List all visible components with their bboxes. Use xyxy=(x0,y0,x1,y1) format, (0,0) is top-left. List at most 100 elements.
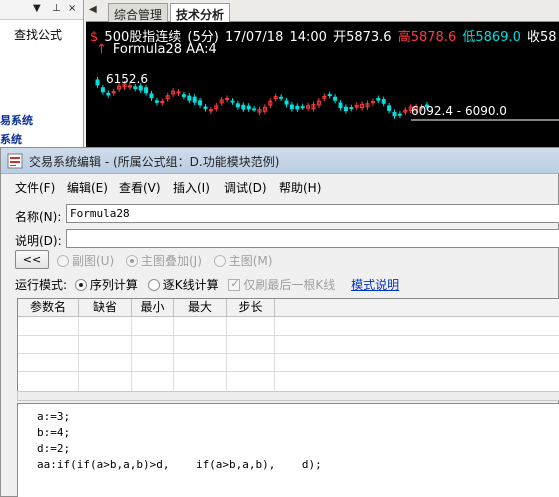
menu-debug[interactable]: 调试(D) xyxy=(224,179,267,196)
open-value: 开5873.6 xyxy=(333,30,392,45)
run-mode-row: 运行模式: 序列计算 逐K线计算 仅刷最后一根K线 模式说明 xyxy=(15,276,399,293)
param-header-name: 参数名 xyxy=(18,299,79,317)
param-header-filler xyxy=(275,299,559,317)
candle-body xyxy=(392,111,397,117)
title-bar: 交易系统编辑 - (所属公式组：D.功能模块范例) xyxy=(1,148,559,174)
close-icon[interactable]: × xyxy=(68,3,76,14)
low-value: 低5869.0 xyxy=(462,30,521,45)
panel-header: ▼ ⊥ × xyxy=(0,0,83,20)
candle-body xyxy=(100,87,105,93)
parameter-table[interactable]: 参数名 缺省 最小 最大 步长 xyxy=(17,298,559,393)
column-divider xyxy=(226,317,227,393)
last-bar-only-checkbox[interactable]: 仅刷最后一根K线 xyxy=(228,277,335,292)
param-header-default: 缺省 xyxy=(79,299,132,317)
price-range-label: 6092.4 - 6090.0 xyxy=(411,104,507,118)
tree-item-trading-system[interactable]: 易系统 xyxy=(0,112,33,128)
candle-body xyxy=(181,94,186,97)
candle-body xyxy=(192,96,197,103)
menu-file[interactable]: 文件(F) xyxy=(15,179,55,196)
formula-tree-panel: ▼ ⊥ × 查找公式 易系统 系统 xyxy=(0,0,84,150)
horizontal-scrollbar[interactable] xyxy=(17,391,559,401)
column-divider xyxy=(131,317,132,393)
tree-item-system[interactable]: 系统 xyxy=(0,131,22,147)
subchart-radio[interactable]: 副图(U) xyxy=(57,254,114,268)
candle-body xyxy=(225,97,230,100)
candle-body xyxy=(235,103,240,108)
tab-general-management[interactable]: 综合管理 xyxy=(108,3,169,22)
column-divider xyxy=(274,317,275,393)
name-input[interactable]: Formula28 xyxy=(66,204,559,223)
candle-body xyxy=(300,106,305,109)
up-arrow-icon: ↑ xyxy=(96,42,107,57)
candle-body xyxy=(144,87,149,94)
menu-help[interactable]: 帮助(H) xyxy=(279,179,321,196)
code-line: b:=4; xyxy=(37,426,71,439)
tab-scroll-left-icon[interactable]: ◀ xyxy=(89,4,97,15)
main-chart-radio[interactable]: 主图(M) xyxy=(213,254,272,268)
pin-icon[interactable]: ⊥ xyxy=(52,3,61,14)
candle-body xyxy=(106,92,111,96)
menu-bar: 文件(F) 编辑(E) 查看(V) 插入(I) 调试(D) 帮助(H) xyxy=(1,176,559,196)
tab-strip: ◀ 综合管理 技术分析 xyxy=(86,0,559,22)
dialog-title: 交易系统编辑 - (所属公式组：D.功能模块范例) xyxy=(29,155,280,169)
formula-code-editor[interactable]: a:=3; b:=4; d:=2; aa:if(if(a>b,a,b)>d, i… xyxy=(17,403,559,497)
menu-insert[interactable]: 插入(I) xyxy=(173,179,210,196)
candle-body xyxy=(252,108,257,111)
candle-body xyxy=(95,79,100,86)
per-bar-calc-radio[interactable]: 逐K线计算 xyxy=(147,278,219,292)
candle-body xyxy=(279,96,284,99)
find-formula-link[interactable]: 查找公式 xyxy=(14,26,62,43)
table-row[interactable] xyxy=(18,353,559,354)
formula-value: AA:4 xyxy=(186,42,217,57)
trading-system-editor-dialog: 交易系统编辑 - (所属公式组：D.功能模块范例) 文件(F) 编辑(E) 查看… xyxy=(0,147,559,497)
code-line: a:=3; xyxy=(37,410,71,423)
candle-body xyxy=(289,104,294,110)
formula-indicator-line: ↑ Formula28 AA:4 xyxy=(96,42,217,57)
candle-body xyxy=(241,104,246,110)
candle-body xyxy=(376,98,381,101)
description-label: 说明(D): xyxy=(15,234,62,248)
candle-body xyxy=(138,85,143,91)
quote-time: 14:00 xyxy=(289,30,327,45)
candle-body xyxy=(349,107,354,110)
table-row[interactable] xyxy=(18,371,559,372)
candle-body xyxy=(230,100,235,103)
tab-technical-analysis[interactable]: 技术分析 xyxy=(170,3,231,22)
param-header-step: 步长 xyxy=(227,299,275,317)
candle-body xyxy=(295,105,300,110)
candle-body xyxy=(397,113,402,116)
table-row[interactable] xyxy=(18,335,559,336)
run-mode-label: 运行模式: xyxy=(15,278,68,292)
candle-body xyxy=(333,96,338,101)
column-divider xyxy=(78,317,79,393)
code-line: d:=2; xyxy=(37,442,71,455)
candle-body xyxy=(154,100,159,103)
quote-date: 17/07/18 xyxy=(224,30,284,45)
candle-body xyxy=(198,100,203,106)
formula-name: Formula28 xyxy=(112,42,183,57)
candle-body xyxy=(149,93,154,99)
collapse-button[interactable]: << xyxy=(15,250,49,269)
param-header-min: 最小 xyxy=(132,299,174,317)
menu-view[interactable]: 查看(V) xyxy=(119,179,161,196)
param-header-max: 最大 xyxy=(174,299,227,317)
candle-body xyxy=(387,105,392,111)
candle-body xyxy=(246,105,251,110)
chart-type-options: 副图(U) 主图叠加(J) 主图(M) xyxy=(57,252,272,269)
chart-window: ◀ 综合管理 技术分析 $ 500股指连续 (5分) 17/07/18 14:0… xyxy=(86,0,559,150)
code-line: aa:if(if(a>b,a,b)>d, if(a>b,a,b), d); xyxy=(37,458,322,471)
app-icon xyxy=(7,153,23,169)
panel-dropdown-icon[interactable]: ▼ xyxy=(33,3,41,14)
column-divider xyxy=(173,317,174,393)
main-overlay-radio[interactable]: 主图叠加(J) xyxy=(125,254,202,268)
candle-body xyxy=(133,86,138,90)
candle-body xyxy=(327,94,332,97)
high-value: 高5878.6 xyxy=(397,30,457,45)
menu-edit[interactable]: 编辑(E) xyxy=(67,179,108,196)
candle-body xyxy=(343,106,348,112)
sequence-calc-radio[interactable]: 序列计算 xyxy=(74,278,138,292)
close-value: 收58 xyxy=(527,30,557,45)
description-input[interactable] xyxy=(66,229,559,248)
candle-body xyxy=(284,100,289,105)
mode-help-link[interactable]: 模式说明 xyxy=(351,278,399,292)
